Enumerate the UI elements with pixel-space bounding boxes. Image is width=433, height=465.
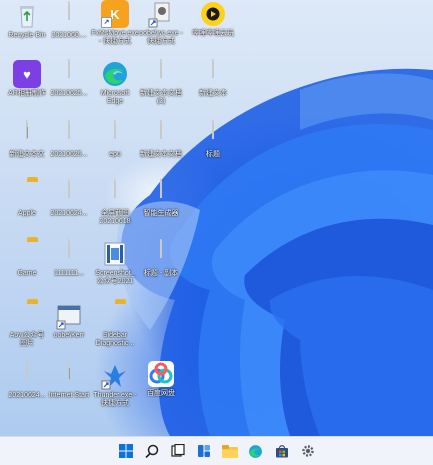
thunder-bird-icon	[101, 362, 129, 390]
window-shortcut-icon	[55, 302, 83, 330]
widgets-icon	[197, 445, 210, 457]
fxmsmove-app-icon: K	[101, 0, 129, 28]
gear-icon	[301, 445, 314, 457]
text-document-icon	[13, 120, 41, 149]
taskbar	[0, 436, 433, 465]
video-file-icon	[101, 240, 129, 268]
folder-icon	[13, 240, 41, 268]
edge-icon	[101, 60, 129, 88]
widgets-button[interactable]	[191, 438, 217, 464]
recycle-bin-icon	[13, 2, 41, 30]
desktop-icon-label: 百度网盘	[147, 390, 175, 397]
bilibili-cloud-icon	[199, 0, 227, 28]
task-view-icon	[170, 444, 185, 457]
desktop-icon-label: 哔哩哔哩云玩	[192, 30, 234, 37]
desktop-icon-smart-generator[interactable]: 智能生成器	[134, 179, 188, 218]
text-document-icon	[55, 179, 83, 208]
text-document-icon	[13, 361, 41, 390]
text-document-icon	[147, 179, 175, 208]
desktop-icon-label: 新建文本文档 (2)	[140, 90, 182, 105]
document-shortcut-icon	[55, 361, 83, 390]
file-explorer-button[interactable]	[217, 438, 243, 464]
start-button[interactable]	[113, 438, 139, 464]
desktop-icon-oobe-wc[interactable]: oobe\wc.exe - 快捷方式	[134, 0, 188, 46]
text-document-icon	[55, 120, 83, 149]
desktop-icon-label: 新建文本	[199, 90, 227, 97]
ar-album-icon: ♥	[13, 60, 41, 88]
desktop-icon-new-text-doc[interactable]: 新建文本文档	[134, 120, 188, 159]
settings-button[interactable]	[295, 438, 321, 464]
text-document-icon	[55, 59, 83, 88]
desktop-icon-title[interactable]: 标题	[186, 120, 240, 159]
desktop-icon-new-text-doc-2[interactable]: 新建文本文档 (2)	[134, 59, 188, 106]
desktop-icon-bilibili-cloud[interactable]: 哔哩哔哩云玩	[186, 0, 240, 38]
search-button[interactable]	[139, 438, 165, 464]
desktop-icon-title-copy[interactable]: 标题 - 副本	[134, 239, 188, 278]
edge-button[interactable]	[243, 438, 269, 464]
desktop-icon-baidu-netdisk[interactable]: 百度网盘	[134, 360, 188, 398]
text-document-icon	[147, 120, 175, 149]
desktop: Recycle Bin ♥ AR相册制作 新建文本文 Apple Game Ao…	[0, 0, 433, 436]
folder-icon	[101, 302, 129, 330]
search-icon	[144, 444, 158, 458]
desktop-icon-label: oobe\wc.exe - 快捷方式	[139, 30, 183, 45]
folder-icon	[13, 180, 41, 208]
text-document-icon	[101, 120, 129, 149]
text-document-icon	[55, 1, 83, 30]
task-view-button[interactable]	[165, 438, 191, 464]
folder-icon	[13, 302, 41, 330]
desktop-icon-new-text[interactable]: 新建文本	[186, 59, 240, 98]
desktop-icon-label: 智能生成器	[143, 210, 179, 217]
text-document-icon	[147, 239, 175, 268]
desktop-icon-sidebar-diagnostic[interactable]: Sidebar Diagnostic...	[88, 302, 142, 348]
edge-icon	[249, 444, 262, 458]
desktop-icon-label: Sidebar Diagnostic...	[95, 332, 135, 347]
store-button[interactable]	[269, 438, 295, 464]
text-document-icon	[101, 179, 129, 208]
text-document-icon	[199, 120, 227, 149]
store-icon	[275, 445, 288, 458]
desktop-icon-label: 标题 - 副本	[143, 270, 179, 277]
windows-logo-icon	[118, 444, 133, 458]
installer-icon	[147, 0, 175, 28]
desktop-icon-label: 新建文本文档	[140, 151, 182, 158]
folder-icon	[221, 445, 238, 458]
text-document-icon	[55, 239, 83, 268]
text-document-icon	[147, 59, 175, 88]
desktop-icon-label: 标题	[206, 151, 220, 158]
text-document-icon	[199, 59, 227, 88]
baidu-netdisk-icon	[147, 360, 175, 388]
